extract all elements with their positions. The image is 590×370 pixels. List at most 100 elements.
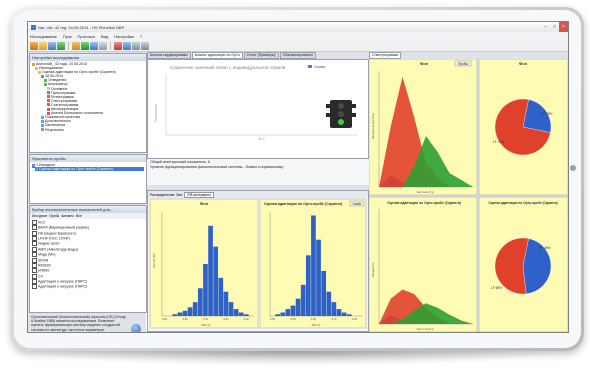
pie-bottom-title: Оценка адаптации по Орто-пробе (Скрипта) [488, 201, 557, 205]
hist-bar [177, 312, 183, 316]
indicators-panel: Выбор вспомогательных показателей для...… [29, 205, 147, 313]
folder-icon [35, 66, 38, 70]
tab-all-hist[interactable]: Все [177, 193, 183, 197]
folder-icon [38, 70, 41, 74]
indicator-item[interactable]: Адаптация к нагрузке (ПАРС) [32, 284, 144, 290]
hist-bar [300, 284, 306, 316]
checkbox-icon[interactable] [32, 225, 37, 231]
tab-all[interactable]: Все [76, 214, 82, 218]
menu-settings[interactable]: Настройки [114, 34, 134, 39]
middle-column: Анализ кардиограммы Анализ адаптации по … [147, 52, 369, 332]
menu-start[interactable]: Пуск [63, 34, 72, 39]
settings-icon[interactable] [132, 41, 140, 50]
spectrum-top-xlabel: Частота (Гц) [416, 190, 433, 194]
export-icon[interactable] [114, 41, 122, 50]
hist-tick-label: 0.74 [331, 317, 337, 321]
menu-protocol[interactable]: Протокол [77, 34, 95, 39]
hist-tick-label: 0.50 [270, 317, 276, 321]
tab-balanced[interactable]: Сбалансированно [279, 52, 316, 59]
checkbox-icon[interactable] [32, 230, 37, 236]
globe-icon[interactable] [131, 324, 141, 332]
checkbox-icon[interactable] [32, 257, 37, 263]
spectrum-top-ylabel: Мощность (мс²/Гц) [371, 113, 375, 139]
legend-swatch [308, 65, 312, 68]
pie-top-lf-label: LF 75% [493, 140, 504, 144]
user-icon [32, 62, 35, 66]
tab-cardiogram[interactable]: Анализ кардиограммы [147, 52, 191, 59]
checkbox-icon[interactable] [32, 241, 37, 247]
analyzer-icon [44, 83, 47, 87]
menu-help[interactable]: ? [140, 34, 142, 39]
pulse-icon [47, 91, 50, 95]
hist-bar [311, 215, 316, 316]
hist-bar [213, 246, 219, 316]
save-icon[interactable] [48, 41, 56, 50]
tab-report[interactable]: Отчет (Примеры) [243, 52, 279, 59]
doc-icon [47, 87, 50, 91]
app-icon [31, 24, 36, 30]
checkbox-icon[interactable] [32, 278, 37, 284]
histogram-panel: Распределение Все RR-интервалы Фон Оценк… [147, 190, 369, 332]
checkbox-icon[interactable] [32, 262, 37, 268]
folder-icon[interactable] [39, 41, 47, 50]
checkbox-icon[interactable] [32, 220, 37, 225]
hist-tick-label: 0.68 [182, 317, 188, 321]
probe-panel: Фрагменты пробы 1 Исходное 2 Оценка адап… [29, 154, 147, 204]
rr-select[interactable]: RR-интервалы [184, 191, 214, 198]
probe-item-selected[interactable]: 2 Оценка адаптации по Орто-пробе (Скрипт… [32, 167, 144, 172]
app-window: Nat. ofic. 42 reg. 04.06.2014 - HS Piche… [27, 21, 569, 333]
checkbox-icon[interactable] [32, 246, 37, 252]
minimize-button[interactable]: – [541, 22, 550, 32]
hist-bar [187, 307, 193, 316]
window-controls: – □ × [541, 22, 568, 32]
autocorr-icon [47, 107, 50, 111]
hist-bar [275, 314, 281, 316]
tab-active[interactable]: Активно [61, 214, 74, 218]
maximize-button[interactable]: □ [550, 22, 559, 32]
extra-icon [41, 119, 44, 123]
window-title: Nat. ofic. 42 reg. 04.06.2014 - HS Piche… [38, 24, 125, 30]
menu-view[interactable]: Вид [101, 34, 108, 39]
conclusion-icon [41, 123, 44, 127]
play-icon[interactable] [81, 41, 89, 50]
checkbox-icon[interactable] [32, 268, 37, 274]
tab-spectrogram[interactable]: Спектрограмма [369, 52, 402, 59]
spectrum-bottom-xlabel: Частота (Гц) [416, 327, 433, 331]
hist-tick-label: 0.92 [244, 317, 250, 321]
refresh-icon[interactable] [57, 41, 65, 50]
spectrum-top-button-label: Пробы [458, 62, 469, 66]
report-icon[interactable] [141, 41, 149, 50]
probe-panel-title: Фрагменты пробы [30, 155, 146, 162]
checkbox-icon[interactable] [32, 236, 37, 242]
print-icon[interactable] [99, 41, 107, 50]
tab-distribution[interactable]: Распределение [150, 193, 175, 197]
tab-adaptation[interactable]: Анализ адаптации по Орто [191, 52, 243, 59]
tab-probe[interactable]: Проба [49, 214, 59, 218]
close-button[interactable]: × [559, 22, 568, 32]
person-icon[interactable] [30, 41, 38, 50]
checkbox-icon[interactable] [32, 252, 37, 258]
right-column: Спектрограмма Фон Пробы Мощность (мс²/Гц… [369, 52, 568, 332]
side-button [570, 165, 576, 171]
hist-tick-label: 0.82 [352, 317, 358, 321]
analysis-icon [47, 111, 50, 115]
graph-icon[interactable] [123, 41, 131, 50]
mid-tabs: Анализ кардиограммы Анализ адаптации по … [147, 52, 369, 59]
hist-bar [233, 309, 239, 316]
hist-bar [192, 302, 198, 316]
checkbox-icon[interactable] [32, 273, 37, 279]
tree-item[interactable]: Результаты [32, 128, 144, 132]
traffic-light-icon [326, 100, 356, 128]
hist-bar [280, 312, 286, 316]
chart-icon[interactable] [90, 41, 98, 50]
results-icon [41, 128, 44, 132]
description-text: Ортостатический (Клиностатический) опрос… [29, 314, 129, 332]
menu-research[interactable]: Исследование [30, 34, 57, 39]
checkbox-icon[interactable] [32, 284, 37, 290]
hist-bar [316, 239, 321, 316]
spectrum-charts: Фон Пробы Мощность (мс²/Гц) Частота (Гц)… [369, 59, 568, 332]
probe-icon [32, 163, 35, 167]
edit-icon[interactable] [72, 41, 80, 50]
tab-initial[interactable]: Исходное [32, 214, 47, 218]
hist-bar [203, 264, 208, 316]
